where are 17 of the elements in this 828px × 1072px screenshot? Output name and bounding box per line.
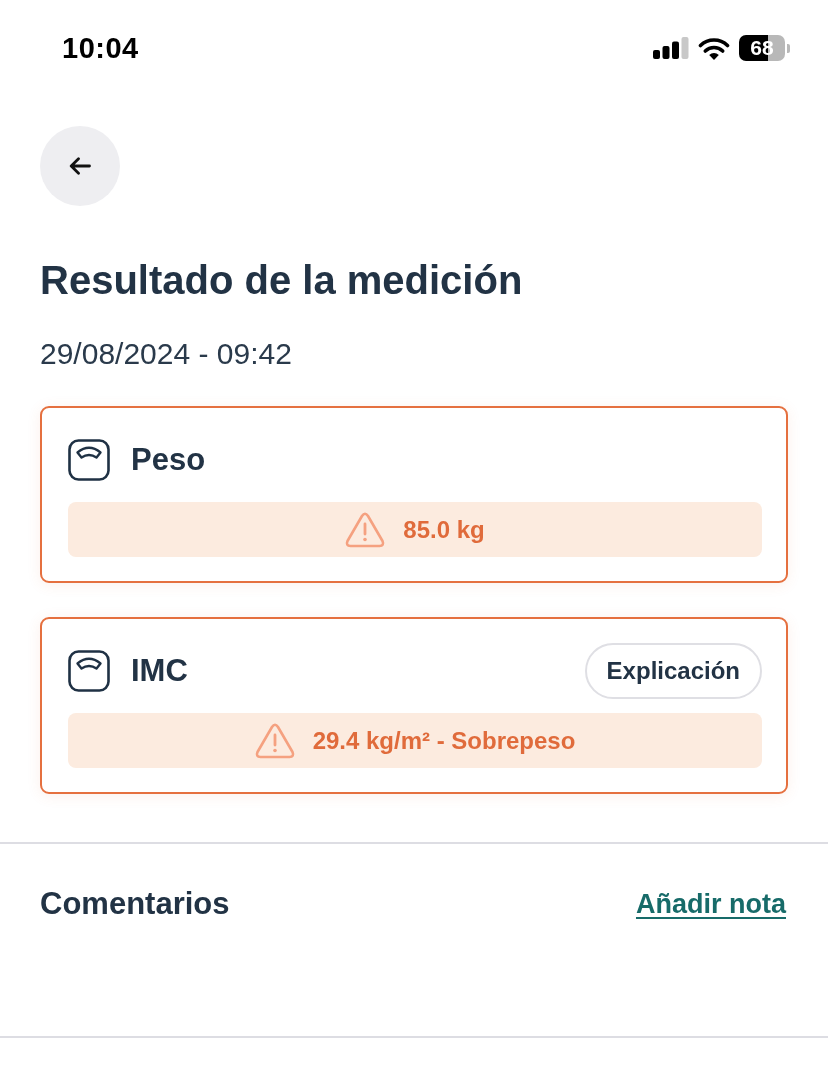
- measurement-value: 29.4 kg/m² - Sobrepeso: [312, 726, 576, 755]
- wifi-icon: [698, 36, 730, 60]
- add-note-link[interactable]: Añadir nota: [636, 888, 786, 920]
- warning-icon: [345, 511, 386, 548]
- measurement-date: 29/08/2024 - 09:42: [40, 336, 293, 372]
- status-time: 10:04: [62, 31, 139, 65]
- page-title: Resultado de la medición: [40, 257, 524, 304]
- comments-heading: Comentarios: [40, 886, 230, 922]
- measurement-value: 85.0 kg: [403, 515, 485, 544]
- signal-icon: [653, 37, 689, 59]
- measurement-name: IMC: [131, 653, 188, 689]
- warning-icon: [254, 722, 295, 759]
- scale-icon: [68, 439, 110, 481]
- scale-icon: [68, 650, 110, 692]
- back-arrow-icon: [69, 157, 91, 175]
- explanation-button[interactable]: Explicación: [584, 643, 762, 699]
- measurement-name: Peso: [131, 442, 206, 478]
